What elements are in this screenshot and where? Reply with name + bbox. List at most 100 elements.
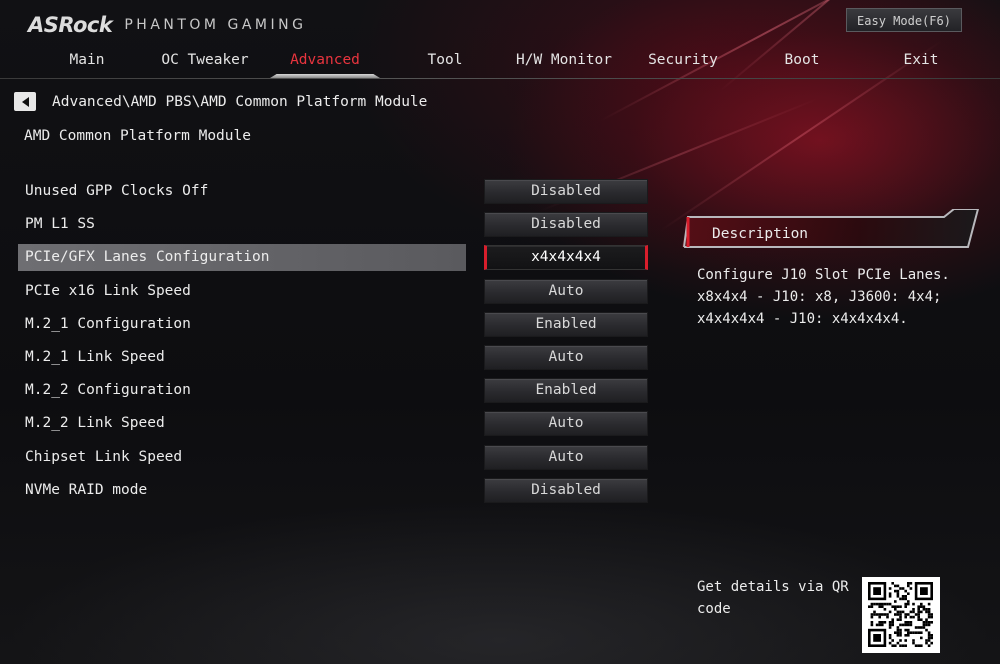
- setting-row-pcie-gfx-lanes-configuration[interactable]: PCIe/GFX Lanes Configuration: [18, 244, 466, 271]
- qr-module: [907, 602, 910, 606]
- setting-row-m2-1-link-speed[interactable]: M.2_1 Link Speed: [18, 344, 466, 371]
- qr-module: [901, 587, 905, 590]
- qr-module: [881, 621, 884, 624]
- qr-module: [917, 631, 920, 634]
- qr-module: [894, 600, 897, 603]
- setting-row-chipset-link-speed[interactable]: Chipset Link Speed: [18, 444, 466, 471]
- qr-module: [888, 626, 892, 629]
- setting-value-m2-2-link-speed[interactable]: Auto: [484, 411, 648, 436]
- setting-row-pcie-x16-link-speed[interactable]: PCIe x16 Link Speed: [18, 278, 466, 305]
- setting-value-pm-l1-ss[interactable]: Disabled: [484, 212, 648, 237]
- qr-module: [925, 618, 928, 621]
- qr-module: [917, 613, 920, 616]
- qr-module: [917, 608, 920, 611]
- setting-value-unused-gpp-clocks-off[interactable]: Disabled: [484, 179, 648, 204]
- qr-module: [922, 605, 926, 608]
- qr-module: [925, 623, 928, 627]
- tab-advanced[interactable]: Advanced: [270, 46, 380, 76]
- qr-module: [909, 610, 913, 614]
- qr-module: [904, 589, 907, 593]
- bios-screen: ASRock PHANTOM GAMING Easy Mode(F6) Main…: [0, 0, 1000, 664]
- qr-module: [888, 636, 892, 640]
- tab-oc-tweaker[interactable]: OC Tweaker: [150, 46, 260, 76]
- qr-module: [888, 634, 892, 637]
- qr-finder: [873, 587, 881, 595]
- setting-row-m2-2-configuration[interactable]: M.2_2 Configuration: [18, 377, 466, 404]
- qr-module: [888, 592, 892, 595]
- setting-row-pm-l1-ss[interactable]: PM L1 SS: [18, 211, 466, 238]
- qr-module: [925, 621, 928, 624]
- qr-module: [917, 610, 920, 614]
- qr-module: [907, 628, 910, 632]
- qr-module: [904, 623, 907, 627]
- qr-module: [896, 584, 900, 588]
- qr-module: [927, 631, 931, 634]
- qr-module: [888, 595, 892, 598]
- setting-value-pcie-x16-link-speed[interactable]: Auto: [484, 279, 648, 304]
- qr-module: [930, 613, 933, 616]
- qr-module: [904, 605, 907, 608]
- setting-row-m2-2-link-speed[interactable]: M.2_2 Link Speed: [18, 410, 466, 437]
- setting-value-nvme-raid-mode[interactable]: Disabled: [484, 478, 648, 503]
- qr-module: [901, 623, 905, 627]
- tab-tool[interactable]: Tool: [390, 46, 500, 76]
- nav-divider: [0, 78, 1000, 79]
- qr-module: [886, 602, 889, 606]
- qr-module: [917, 605, 920, 608]
- back-button[interactable]: [14, 92, 36, 111]
- setting-value-chipset-link-speed[interactable]: Auto: [484, 445, 648, 470]
- qr-module: [930, 641, 933, 645]
- setting-value-m2-1-link-speed[interactable]: Auto: [484, 345, 648, 370]
- main-nav: Main OC Tweaker Advanced Tool H/W Monito…: [0, 46, 1000, 76]
- qr-module: [922, 608, 926, 611]
- qr-module: [927, 636, 931, 640]
- qr-module: [901, 595, 905, 598]
- description-line: x4x4x4x4 - J10: x4x4x4x4.: [697, 311, 908, 327]
- setting-row-m2-1-configuration[interactable]: M.2_1 Configuration: [18, 311, 466, 338]
- tab-hw-monitor[interactable]: H/W Monitor: [509, 46, 619, 76]
- qr-module: [899, 587, 902, 590]
- setting-value-m2-2-configuration[interactable]: Enabled: [484, 378, 648, 403]
- qr-module: [875, 613, 879, 616]
- qr-module: [891, 644, 894, 647]
- qr-module: [875, 623, 879, 627]
- qr-module: [914, 626, 918, 629]
- qr-module: [881, 623, 884, 627]
- qr-module: [904, 613, 907, 616]
- qr-module: [914, 644, 918, 647]
- setting-row-nvme-raid-mode[interactable]: NVMe RAID mode: [18, 477, 466, 504]
- setting-value-m2-1-configuration[interactable]: Enabled: [484, 312, 648, 337]
- qr-module: [896, 613, 900, 616]
- qr-module: [917, 626, 920, 629]
- description-title: Description: [712, 226, 809, 242]
- description-line: x8x4x4 - J10: x8, J3600: 4x4;: [697, 289, 942, 305]
- qr-module: [904, 597, 907, 601]
- logo-subtitle: PHANTOM GAMING: [124, 17, 307, 33]
- qr-module: [920, 610, 923, 614]
- easy-mode-button[interactable]: Easy Mode(F6): [846, 8, 962, 32]
- qr-module: [896, 618, 900, 621]
- setting-row-unused-gpp-clocks-off[interactable]: Unused GPP Clocks Off: [18, 178, 466, 205]
- qr-module: [888, 621, 892, 624]
- qr-module: [920, 602, 923, 606]
- qr-module: [927, 608, 931, 611]
- tab-security[interactable]: Security: [628, 46, 738, 76]
- qr-module: [907, 621, 910, 624]
- setting-label: PCIe x16 Link Speed: [25, 283, 191, 299]
- qr-module: [912, 639, 915, 642]
- tab-exit[interactable]: Exit: [866, 46, 976, 76]
- qr-module: [881, 613, 884, 616]
- qr-module: [899, 631, 902, 634]
- qr-module: [907, 584, 910, 588]
- description-header: Description: [682, 209, 980, 253]
- qr-module: [930, 634, 933, 637]
- qr-module: [925, 641, 928, 645]
- qr-module: [870, 602, 874, 606]
- setting-value-pcie-gfx-lanes-configuration[interactable]: x4x4x4x4: [484, 245, 648, 270]
- logo-brand: ASRock: [28, 13, 113, 37]
- qr-module: [891, 623, 894, 627]
- tab-boot[interactable]: Boot: [747, 46, 857, 76]
- tab-main[interactable]: Main: [32, 46, 142, 76]
- qr-module: [909, 631, 913, 634]
- qr-module: [886, 615, 889, 619]
